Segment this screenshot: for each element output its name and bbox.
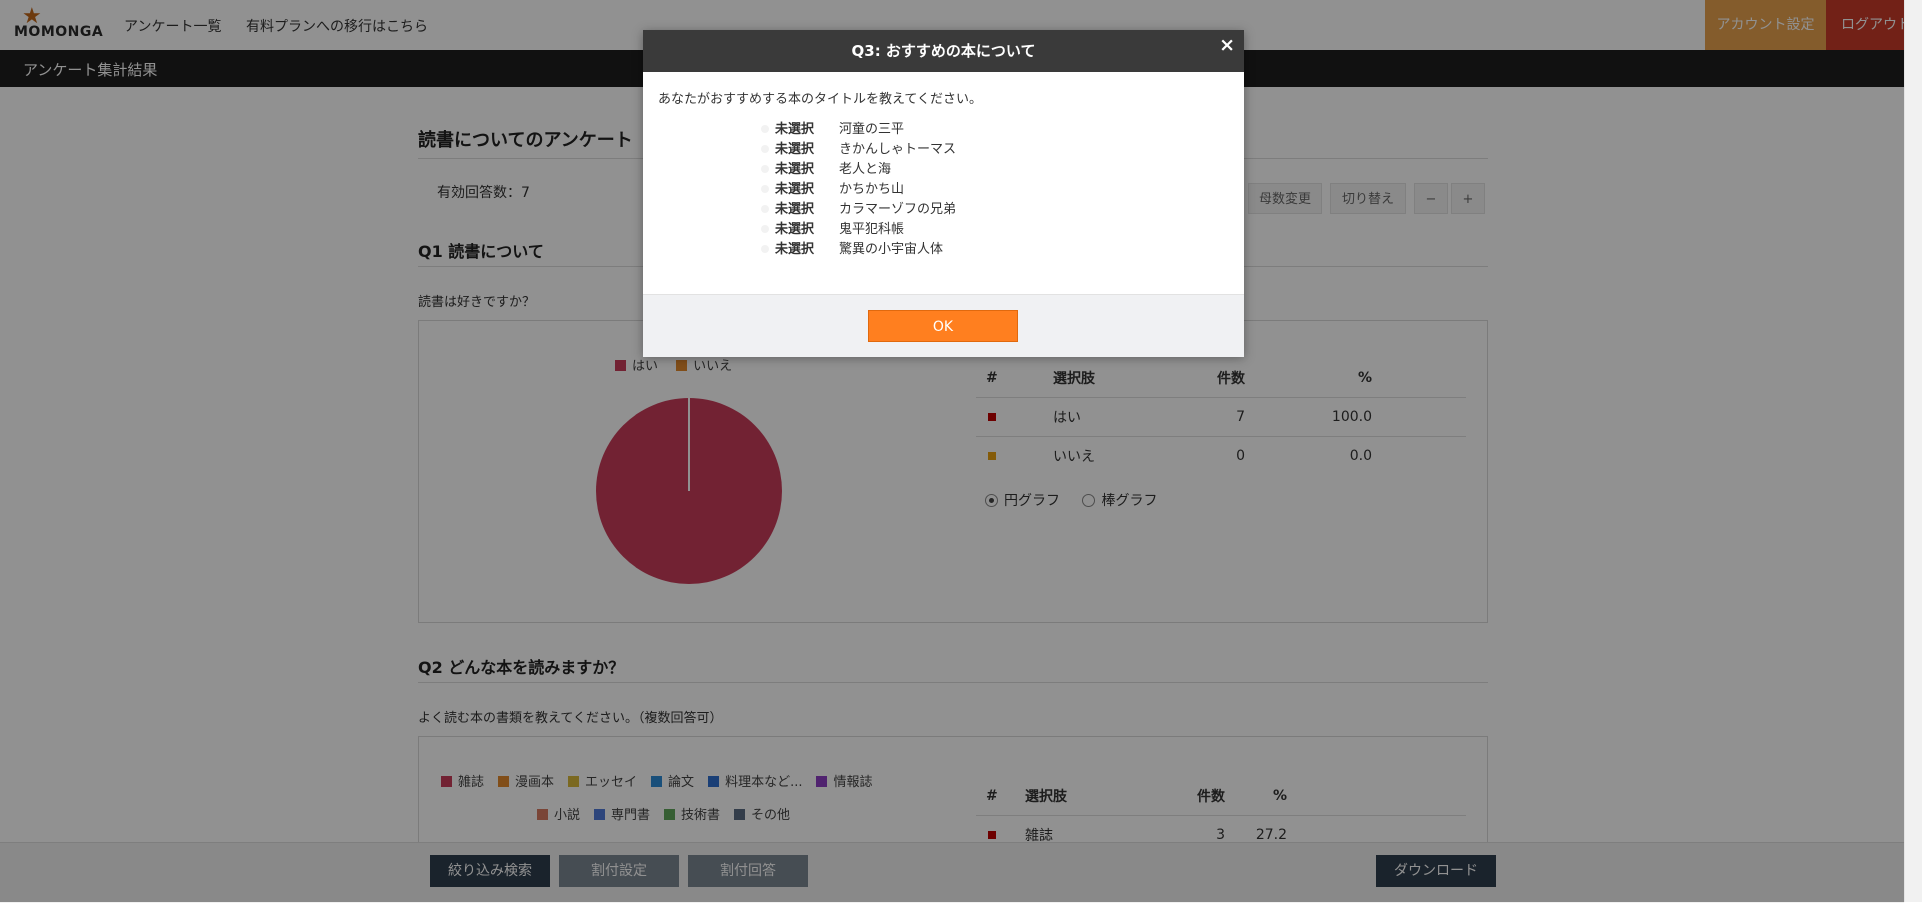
option-radio-icon xyxy=(761,245,769,253)
option-radio-icon xyxy=(761,165,769,173)
option-radio-icon xyxy=(761,145,769,153)
option-radio-icon xyxy=(761,205,769,213)
option-label: 鬼平犯科帳 xyxy=(839,222,905,237)
option-label: カラマーゾフの兄弟 xyxy=(839,202,957,217)
option-status: 未選択 xyxy=(775,122,815,137)
option-status: 未選択 xyxy=(775,142,815,157)
option-label: きかんしゃトーマス xyxy=(839,142,957,157)
answer-option: 未選択 驚異の小宇宙人体 xyxy=(761,238,956,258)
option-label: かちかち山 xyxy=(839,182,905,197)
answer-option: 未選択 カラマーゾフの兄弟 xyxy=(761,198,956,218)
answer-option: 未選択 老人と海 xyxy=(761,158,956,178)
ok-button[interactable]: OK xyxy=(868,310,1018,342)
answer-option: 未選択 きかんしゃトーマス xyxy=(761,138,956,158)
page-scrollbar[interactable] xyxy=(1904,0,1922,902)
answer-option: 未選択 河童の三平 xyxy=(761,118,956,138)
option-label: 驚異の小宇宙人体 xyxy=(839,242,944,257)
option-label: 河童の三平 xyxy=(839,122,905,137)
option-status: 未選択 xyxy=(775,182,815,197)
answer-option: 未選択 かちかち山 xyxy=(761,178,956,198)
option-status: 未選択 xyxy=(775,242,815,257)
option-status: 未選択 xyxy=(775,162,815,177)
modal-question-text: あなたがおすすめする本のタイトルを教えてください。 xyxy=(658,92,982,107)
option-status: 未選択 xyxy=(775,202,815,217)
modal-footer: OK xyxy=(643,294,1244,357)
option-radio-icon xyxy=(761,225,769,233)
answer-option: 未選択 鬼平犯科帳 xyxy=(761,218,956,238)
close-icon[interactable]: × xyxy=(1219,32,1235,58)
option-radio-icon xyxy=(761,125,769,133)
option-status: 未選択 xyxy=(775,222,815,237)
option-label: 老人と海 xyxy=(839,162,892,177)
answer-option-list: 未選択 河童の三平 未選択 きかんしゃトーマス 未選択 老人と海 未選択 かちかち山 未選択 カラ… xyxy=(761,118,956,258)
modal-header: Q3: おすすめの本について × xyxy=(643,30,1244,72)
modal-title: Q3: おすすめの本について xyxy=(851,42,1036,60)
q3-detail-modal: Q3: おすすめの本について × あなたがおすすめする本のタイトルを教えてくださ… xyxy=(643,30,1244,357)
option-radio-icon xyxy=(761,185,769,193)
